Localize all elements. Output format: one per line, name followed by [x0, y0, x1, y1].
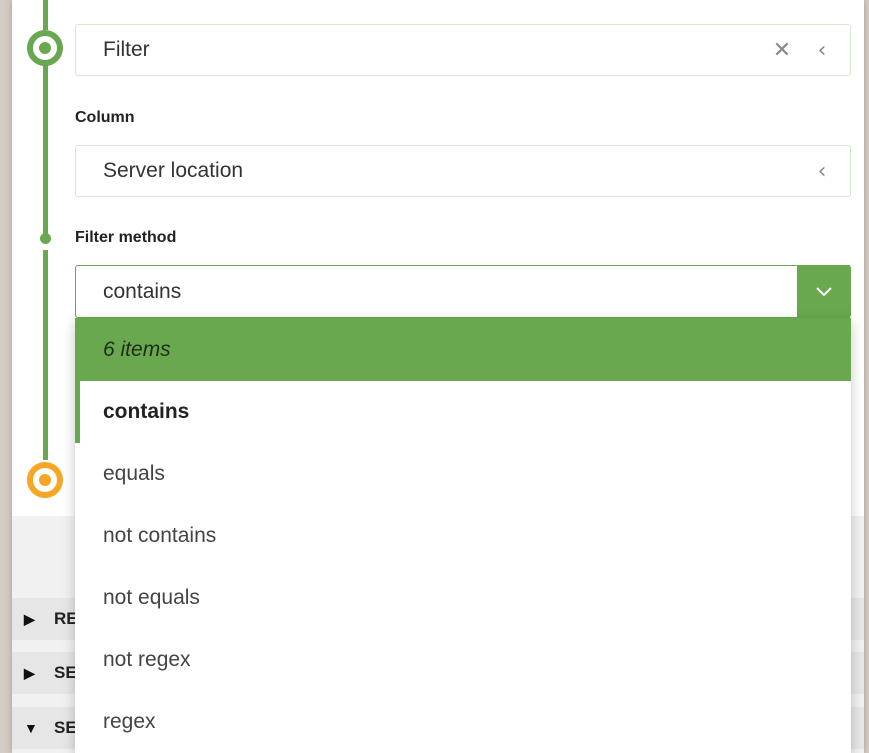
filter-field[interactable]: Filter ✕ ‹: [75, 24, 851, 76]
caret-right-icon: ▶: [24, 610, 35, 627]
dropdown-option[interactable]: regex: [75, 691, 851, 753]
dropdown-option[interactable]: equals: [75, 443, 851, 505]
chevron-left-icon[interactable]: ‹: [802, 159, 842, 184]
timeline-node-filter: [27, 30, 63, 66]
dropdown-count: 6 items: [75, 318, 851, 381]
column-label: Column: [75, 109, 135, 126]
filter-method-value: contains: [103, 279, 182, 303]
filter-method-dropdown: 6 items contains equals not contains not…: [75, 318, 851, 753]
timeline-node-current: [27, 462, 63, 498]
close-icon[interactable]: ✕: [762, 38, 802, 63]
section-label: SE: [54, 663, 77, 682]
caret-right-icon: ▶: [24, 664, 35, 681]
timeline-node-method: [40, 233, 51, 244]
filter-method-label: Filter method: [75, 229, 177, 246]
timeline-rail: [43, 64, 48, 234]
dropdown-option[interactable]: contains: [75, 381, 851, 443]
filter-method-select[interactable]: contains: [75, 265, 851, 318]
chevron-down-icon[interactable]: [797, 265, 850, 318]
chevron-left-icon[interactable]: ‹: [802, 38, 842, 63]
section-label: SE: [54, 718, 77, 737]
column-value: Server location: [103, 159, 244, 182]
timeline-rail: [43, 0, 48, 30]
caret-down-icon: ▼: [24, 720, 38, 736]
timeline-rail: [43, 250, 48, 460]
dropdown-option[interactable]: not equals: [75, 567, 851, 629]
dropdown-option[interactable]: not regex: [75, 629, 851, 691]
dropdown-option[interactable]: not contains: [75, 505, 851, 567]
column-select[interactable]: Server location ‹: [75, 145, 851, 197]
filter-field-value: Filter: [103, 38, 150, 61]
